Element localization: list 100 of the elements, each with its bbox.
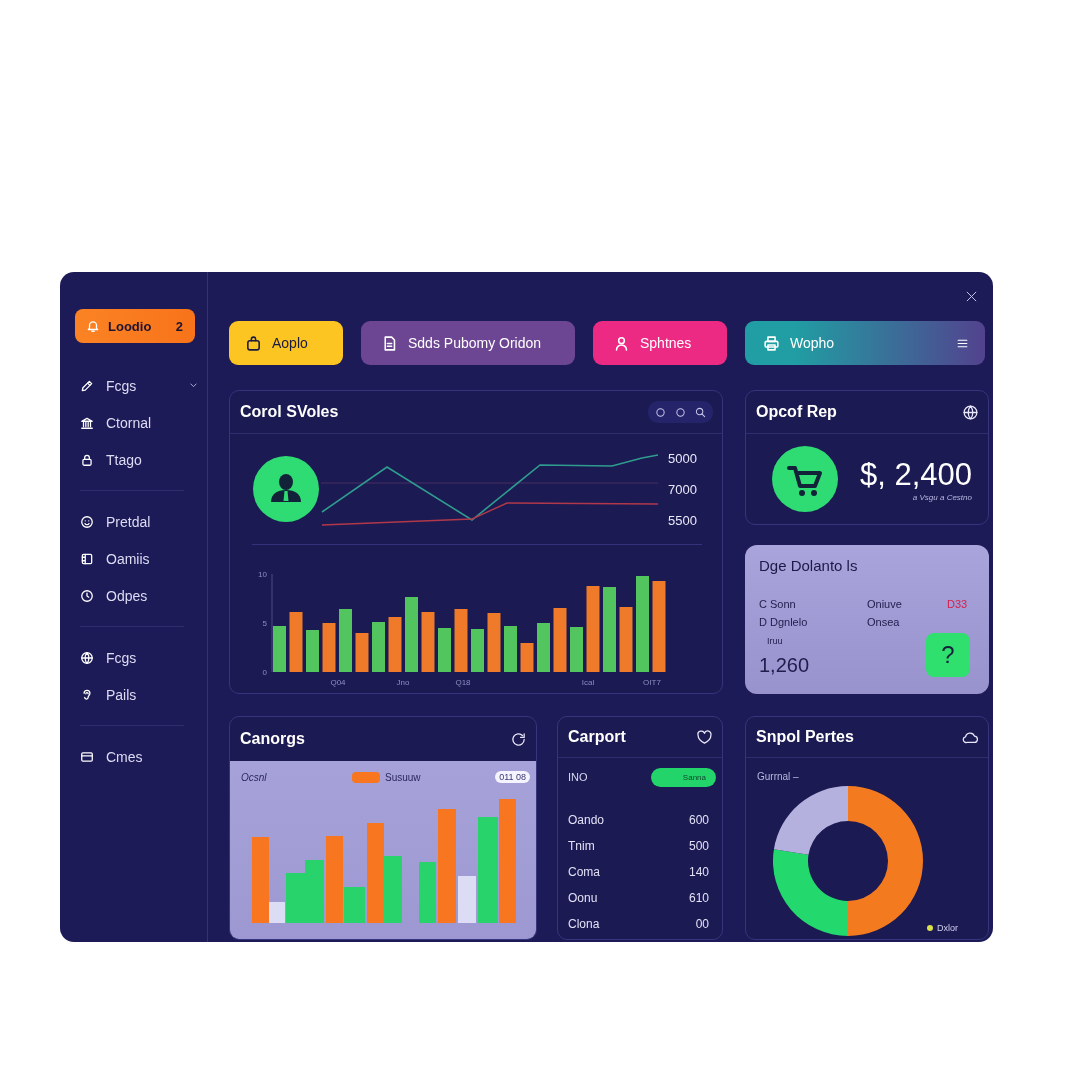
bar <box>306 630 319 672</box>
bar <box>619 607 633 672</box>
sidebar-item[interactable]: Pretdal <box>75 503 198 540</box>
chart-subtitle: Gurrnal – <box>757 771 800 783</box>
bar <box>520 643 534 672</box>
row-value: 00 <box>695 917 709 931</box>
help-button[interactable]: ? <box>926 633 970 677</box>
axis-label: 0 <box>262 668 267 677</box>
legend-dot-icon <box>927 925 933 931</box>
sidebar-item[interactable]: Oamiis <box>75 540 198 577</box>
smiley-icon <box>80 514 94 529</box>
close-icon[interactable] <box>965 290 978 303</box>
bar <box>438 628 451 672</box>
ring-icon[interactable] <box>655 406 666 418</box>
amount-value: $, 2,400 <box>859 456 972 493</box>
search-icon[interactable] <box>695 406 706 418</box>
count-label: 2 <box>175 318 183 334</box>
sidebar-item[interactable]: Ctornal <box>75 404 198 441</box>
row-value: Onsea <box>867 616 901 629</box>
bar <box>421 612 435 672</box>
legend-label: Susuuw <box>385 771 421 783</box>
card-title: Corol SVoles <box>240 403 339 421</box>
row-value: 500 <box>688 839 709 853</box>
globe-icon <box>80 650 94 665</box>
row-label: Oando <box>568 813 605 827</box>
card-title: Carport <box>568 728 626 746</box>
sidebar-item[interactable]: Fcgs <box>75 367 198 404</box>
bell-icon <box>86 319 100 333</box>
film-icon <box>80 551 94 566</box>
user-icon <box>253 456 319 522</box>
swatch-icon <box>352 771 380 783</box>
action-button[interactable]: Aoplo <box>229 321 343 365</box>
bar <box>388 617 402 672</box>
pencil-icon <box>80 378 94 393</box>
bar <box>372 622 385 672</box>
row-value: 140 <box>688 865 709 879</box>
sidebar-main-button[interactable]: Loodio 2 <box>75 309 195 343</box>
status-label: INO <box>568 771 588 783</box>
sidebar-item[interactable]: Odpes <box>75 577 198 614</box>
sidebar-item[interactable]: Cmes <box>75 738 198 775</box>
bar <box>471 629 484 672</box>
amount-caption: a Vsgu a Cestno <box>912 492 972 502</box>
value-label: 5000 <box>668 449 697 467</box>
value-label: 7000 <box>668 480 697 498</box>
clock-icon <box>80 588 94 603</box>
card-title: Opcof Rep <box>756 403 837 421</box>
row-label: Clona <box>568 917 600 931</box>
sidebar-item[interactable]: Pails <box>75 676 198 713</box>
bar <box>458 876 476 923</box>
axis-label: Q04 <box>330 678 346 687</box>
sidebar-item[interactable]: Ttago <box>75 441 198 478</box>
legend-label: Dxlor <box>937 923 958 933</box>
card-title: Dge Dolanto ls <box>759 557 859 575</box>
status-badge: Sanna <box>651 767 716 787</box>
bar <box>504 626 517 672</box>
bag-icon <box>245 334 262 352</box>
bar <box>289 612 303 672</box>
cart-icon <box>772 446 838 512</box>
row-label: Tnim <box>568 839 595 853</box>
person-icon <box>613 334 630 352</box>
refresh-icon[interactable] <box>510 730 527 748</box>
row-label: D Dgnlelo <box>759 616 809 629</box>
row-label: C Sonn <box>759 598 797 611</box>
bar <box>339 609 352 672</box>
action-button[interactable]: Sphtnes <box>593 321 727 365</box>
row-value: 610 <box>688 891 709 905</box>
globe-icon[interactable] <box>962 403 979 421</box>
row-label: Oonu <box>568 891 598 905</box>
axis-label: Q18 <box>455 678 471 687</box>
bar <box>454 609 468 672</box>
bar <box>355 633 369 672</box>
bar <box>537 623 550 672</box>
bar <box>273 626 286 672</box>
bar <box>419 862 436 923</box>
card-title: Snpol Pertes <box>756 728 854 746</box>
axis-label: 10 <box>258 570 267 579</box>
heart-icon[interactable] <box>696 728 713 746</box>
bar <box>570 627 583 672</box>
ring-icon[interactable] <box>675 406 686 418</box>
bank-icon <box>80 415 94 430</box>
note-label: Iruu <box>766 636 784 647</box>
flag-value: D33 <box>947 598 969 611</box>
row-value: Oniuve <box>867 598 903 611</box>
printer-icon <box>763 334 780 352</box>
bar <box>553 608 567 672</box>
axis-label: Jno <box>396 678 410 687</box>
axis-label: 5 <box>262 619 267 628</box>
axis-label: OIT7 <box>643 678 661 687</box>
caret-icon <box>189 381 198 390</box>
bar <box>305 860 324 923</box>
bar <box>322 623 336 672</box>
document-icon <box>381 334 398 352</box>
card-title: Canorgs <box>240 730 305 748</box>
axis-label: Ical <box>581 678 595 687</box>
period-badge[interactable]: 011 08 <box>495 771 530 783</box>
sidebar-item[interactable]: Fcgs <box>75 639 198 676</box>
action-button[interactable]: Wopho <box>745 321 985 365</box>
action-button[interactable]: Sdds Pubomy Oridon <box>361 321 575 365</box>
row-value: 600 <box>688 813 709 827</box>
value-label: 5500 <box>668 511 697 529</box>
